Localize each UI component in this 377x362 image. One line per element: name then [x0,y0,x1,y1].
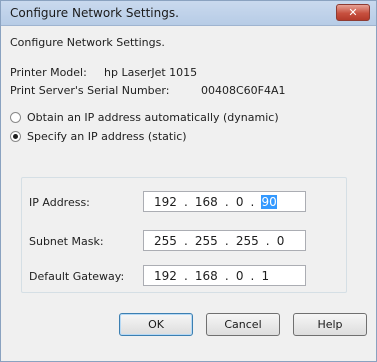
radio-static-ip-circle[interactable] [10,131,21,142]
ip-address-label: IP Address: [29,196,90,209]
default-gateway-octet-1[interactable]: 192 [154,269,177,283]
help-button[interactable]: Help [293,313,367,336]
radio-dynamic-ip[interactable]: Obtain an IP address automatically (dyna… [10,111,279,124]
default-gateway-label: Default Gateway: [29,270,125,283]
ok-button[interactable]: OK [119,313,193,336]
subnet-mask-octet-4[interactable]: 0 [277,234,285,248]
close-icon: ✕ [348,6,358,19]
subnet-mask-label: Subnet Mask: [29,235,104,248]
printer-model-label: Printer Model: [10,66,87,79]
subnet-mask-octet-2[interactable]: 255 [195,234,218,248]
subnet-mask-input[interactable]: 255 . 255 . 255 . 0 [143,230,306,251]
radio-static-ip-label: Specify an IP address (static) [27,130,187,143]
cancel-button[interactable]: Cancel [206,313,280,336]
serial-number-label: Print Server's Serial Number: [10,84,170,97]
subnet-mask-octet-3[interactable]: 255 [236,234,259,248]
default-gateway-octet-2[interactable]: 168 [195,269,218,283]
default-gateway-dot: . [250,268,255,283]
ip-address-input[interactable]: 192 . 168 . 0 . 90 [143,191,306,212]
subnet-mask-dot: . [224,233,229,248]
title-bar[interactable]: Configure Network Settings. ✕ [1,1,376,26]
configure-network-dialog: Configure Network Settings. ✕ Configure … [0,0,377,362]
default-gateway-dot: . [183,268,188,283]
ip-address-octet-3[interactable]: 0 [236,195,244,209]
ip-address-dot: . [224,194,229,209]
ip-address-dot: . [183,194,188,209]
radio-dynamic-ip-circle[interactable] [10,112,21,123]
printer-model-value: hp LaserJet 1015 [104,66,198,79]
ip-address-octet-4[interactable]: 90 [261,194,277,209]
ip-address-octet-2[interactable]: 168 [195,195,218,209]
close-button[interactable]: ✕ [336,4,370,21]
subnet-mask-dot: . [183,233,188,248]
subnet-mask-octet-1[interactable]: 255 [154,234,177,248]
default-gateway-input[interactable]: 192 . 168 . 0 . 1 [143,265,306,286]
dialog-heading: Configure Network Settings. [10,36,165,49]
radio-dynamic-ip-label: Obtain an IP address automatically (dyna… [27,111,279,124]
dialog-body: Configure Network Settings. Printer Mode… [1,26,376,361]
static-ip-group: IP Address: 192 . 168 . 0 . 90 Subnet Ma… [21,177,347,293]
radio-static-ip[interactable]: Specify an IP address (static) [10,130,187,143]
subnet-mask-dot: . [265,233,270,248]
default-gateway-octet-3[interactable]: 0 [236,269,244,283]
default-gateway-octet-4[interactable]: 1 [261,269,269,283]
window-title: Configure Network Settings. [10,6,179,20]
ip-address-dot: . [250,194,255,209]
serial-number-value: 00408C60F4A1 [201,84,286,97]
ip-address-octet-1[interactable]: 192 [154,195,177,209]
default-gateway-dot: . [224,268,229,283]
